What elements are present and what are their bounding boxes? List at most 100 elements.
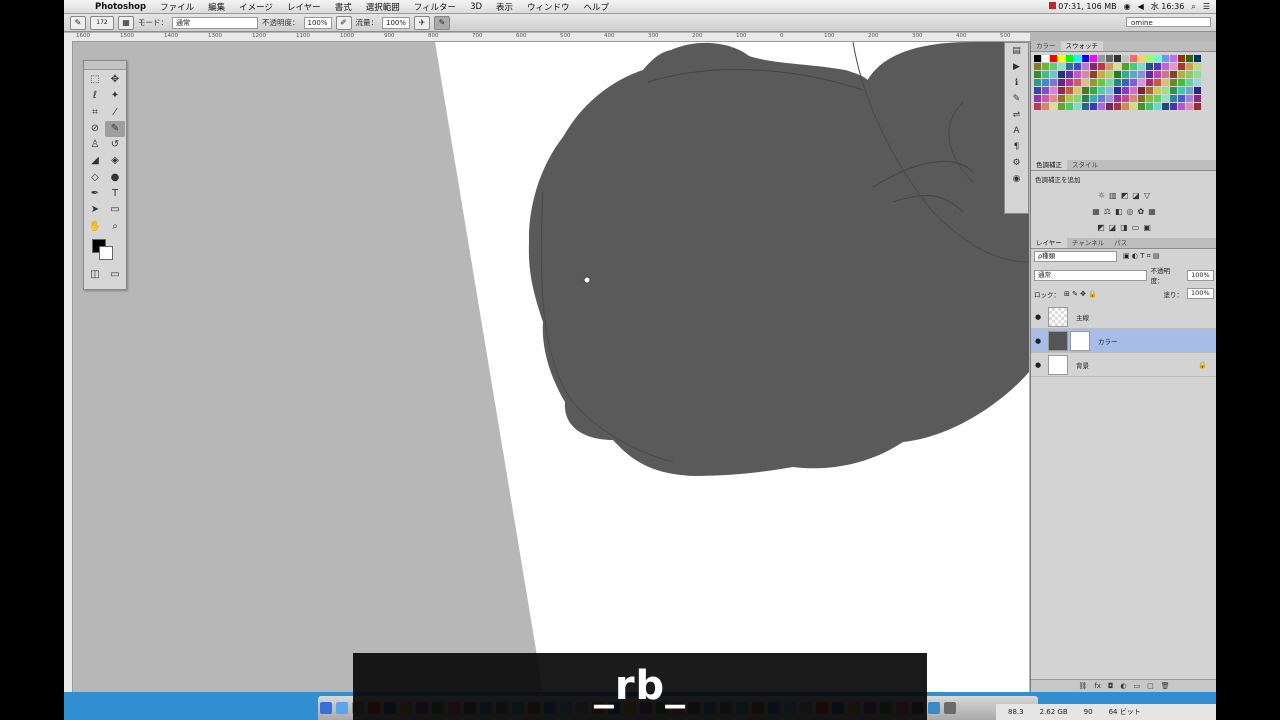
swatch[interactable] [1034, 103, 1041, 110]
eye-icon[interactable]: ● [1031, 313, 1045, 321]
swatch[interactable] [1154, 87, 1161, 94]
invert-icon[interactable]: ◩ [1097, 223, 1105, 232]
menu-window[interactable]: ウィンドウ [520, 1, 577, 13]
swatch[interactable] [1186, 63, 1193, 70]
swatch[interactable] [1050, 63, 1057, 70]
flow-field[interactable]: 100% [382, 16, 411, 29]
dock-app-icon[interactable] [336, 702, 348, 714]
brush-tool-icon[interactable]: ✎ [70, 15, 86, 30]
vibrance-icon[interactable]: ▽ [1144, 191, 1150, 200]
swatch[interactable] [1106, 71, 1113, 78]
hand-tool-icon[interactable]: ✋ [85, 219, 105, 235]
swatch[interactable] [1074, 79, 1081, 86]
swatch[interactable] [1186, 95, 1193, 102]
history-brush-tool-icon[interactable]: ↺ [105, 137, 125, 153]
layer-row[interactable]: ● 背景 🔒 [1031, 353, 1216, 377]
swatch[interactable] [1146, 79, 1153, 86]
swatch[interactable] [1154, 55, 1161, 62]
swatch[interactable] [1138, 55, 1145, 62]
swatch[interactable] [1162, 71, 1169, 78]
mixer-icon[interactable]: ✿ [1138, 207, 1145, 216]
swatch[interactable] [1090, 55, 1097, 62]
swatch[interactable] [1050, 87, 1057, 94]
swatch[interactable] [1042, 87, 1049, 94]
quick-select-tool-icon[interactable]: ✦ [105, 88, 125, 104]
dock-app-icon[interactable] [944, 702, 956, 714]
swatch[interactable] [1066, 87, 1073, 94]
photo-filter-icon[interactable]: ◎ [1127, 207, 1134, 216]
layer-row[interactable]: ● カラー [1031, 329, 1216, 353]
swatch[interactable] [1162, 87, 1169, 94]
swatch[interactable] [1066, 79, 1073, 86]
type-tool-icon[interactable]: T [105, 186, 125, 202]
balance-icon[interactable]: ⚖ [1104, 207, 1111, 216]
hue-icon[interactable]: ▦ [1092, 207, 1100, 216]
swatch[interactable] [1082, 71, 1089, 78]
fill-field[interactable]: 100% [1187, 288, 1214, 299]
volume-icon[interactable]: ◀ [1138, 2, 1144, 11]
swatch[interactable] [1130, 55, 1137, 62]
swatch[interactable] [1114, 71, 1121, 78]
swatch[interactable] [1082, 79, 1089, 86]
swatch[interactable] [1154, 79, 1161, 86]
swatch[interactable] [1066, 103, 1073, 110]
swatch[interactable] [1122, 71, 1129, 78]
stamp-tool-icon[interactable]: ♙ [85, 137, 105, 153]
swatch[interactable] [1154, 63, 1161, 70]
menu-type[interactable]: 書式 [328, 1, 359, 13]
swatch[interactable] [1162, 95, 1169, 102]
swatch[interactable] [1090, 103, 1097, 110]
swatch[interactable] [1114, 87, 1121, 94]
list-icon[interactable]: ☰ [1203, 2, 1210, 11]
swatch[interactable] [1194, 71, 1201, 78]
lasso-tool-icon[interactable]: ℓ [85, 88, 105, 104]
swatch[interactable] [1138, 63, 1145, 70]
menu-filter[interactable]: フィルター [407, 1, 463, 13]
swatch[interactable] [1074, 87, 1081, 94]
swatch[interactable] [1082, 103, 1089, 110]
swatch[interactable] [1130, 103, 1137, 110]
swatch[interactable] [1122, 79, 1129, 86]
menu-3d[interactable]: 3D [463, 2, 489, 12]
swatch[interactable] [1098, 79, 1105, 86]
move-tool-icon[interactable]: ✥ [105, 72, 125, 88]
swatch[interactable] [1130, 79, 1137, 86]
menu-file[interactable]: ファイル [153, 1, 201, 13]
swatch[interactable] [1162, 103, 1169, 110]
swatch[interactable] [1058, 103, 1065, 110]
workspace-select[interactable]: omine [1126, 17, 1211, 27]
swatch[interactable] [1042, 95, 1049, 102]
swatch[interactable] [1170, 63, 1177, 70]
wifi-icon[interactable]: ◉ [1124, 2, 1131, 11]
swatch[interactable] [1178, 95, 1185, 102]
swatch[interactable] [1066, 63, 1073, 70]
swatch[interactable] [1066, 55, 1073, 62]
menu-layer[interactable]: レイヤー [280, 1, 328, 13]
levels-icon[interactable]: ▥ [1109, 191, 1117, 200]
swatch[interactable] [1042, 71, 1049, 78]
tools-panel-grip[interactable] [84, 61, 126, 70]
swatch[interactable] [1146, 95, 1153, 102]
swatch[interactable] [1194, 79, 1201, 86]
swatch[interactable] [1034, 55, 1041, 62]
swatch[interactable] [1114, 55, 1121, 62]
swatch[interactable] [1098, 63, 1105, 70]
swatch[interactable] [1082, 63, 1089, 70]
adjustment-layer-icon[interactable]: ◐ [1120, 680, 1126, 692]
swatch[interactable] [1138, 103, 1145, 110]
swatch[interactable] [1034, 87, 1041, 94]
swatch[interactable] [1194, 87, 1201, 94]
exposure-icon[interactable]: ◪ [1132, 191, 1140, 200]
pressure-opacity-icon[interactable]: ✐ [335, 15, 352, 30]
fx-icon[interactable]: fx [1094, 680, 1101, 692]
threshold-icon[interactable]: ◨ [1120, 223, 1128, 232]
swatch[interactable] [1098, 55, 1105, 62]
blend-mode-select[interactable]: 通常 [1034, 269, 1147, 281]
swatch[interactable] [1162, 55, 1169, 62]
swatch[interactable] [1130, 95, 1137, 102]
swatch[interactable] [1082, 55, 1089, 62]
swatch[interactable] [1114, 95, 1121, 102]
path-select-tool-icon[interactable]: ➤ [85, 202, 105, 218]
swatch[interactable] [1170, 95, 1177, 102]
gradient-map-icon[interactable]: ▭ [1132, 223, 1140, 232]
